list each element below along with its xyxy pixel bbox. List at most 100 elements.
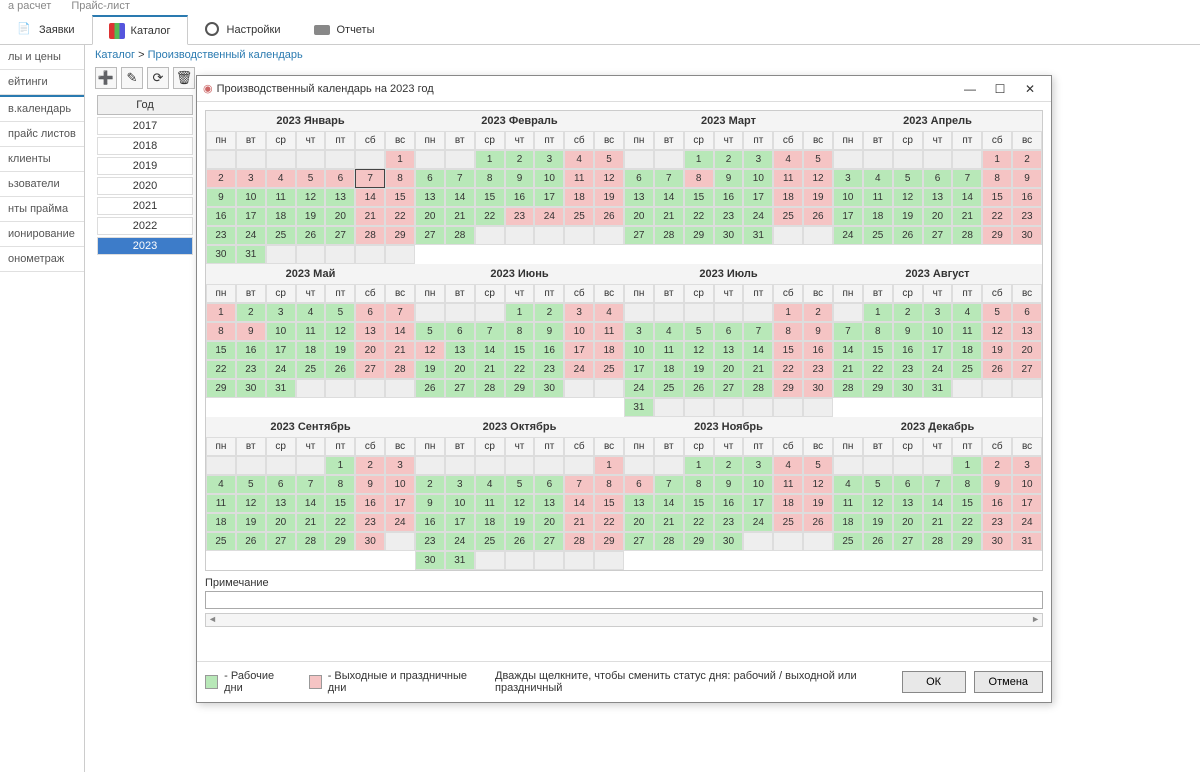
calendar-day[interactable]: 1 (594, 456, 624, 475)
calendar-day[interactable]: 20 (534, 513, 564, 532)
calendar-day[interactable]: 22 (505, 360, 535, 379)
calendar-day[interactable]: 30 (534, 379, 564, 398)
calendar-day[interactable]: 21 (654, 207, 684, 226)
calendar-day[interactable]: 26 (803, 207, 833, 226)
calendar-day[interactable]: 23 (534, 360, 564, 379)
calendar-day[interactable]: 2 (1012, 150, 1042, 169)
calendar-day[interactable]: 27 (355, 360, 385, 379)
calendar-day[interactable]: 5 (236, 475, 266, 494)
calendar-day[interactable]: 26 (594, 207, 624, 226)
calendar-day[interactable]: 7 (952, 169, 982, 188)
calendar-day[interactable]: 2 (415, 475, 445, 494)
calendar-day[interactable]: 6 (923, 169, 953, 188)
calendar-day[interactable]: 21 (445, 207, 475, 226)
calendar-day[interactable]: 13 (325, 188, 355, 207)
calendar-day[interactable]: 12 (594, 169, 624, 188)
calendar-day[interactable]: 20 (415, 207, 445, 226)
calendar-day[interactable]: 10 (385, 475, 415, 494)
calendar-day[interactable]: 27 (534, 532, 564, 551)
calendar-day[interactable]: 23 (415, 532, 445, 551)
calendar-day[interactable]: 12 (325, 322, 355, 341)
calendar-day[interactable]: 12 (505, 494, 535, 513)
calendar-day[interactable]: 30 (415, 551, 445, 570)
calendar-day[interactable]: 8 (684, 169, 714, 188)
calendar-day[interactable]: 3 (236, 169, 266, 188)
calendar-day[interactable]: 5 (803, 150, 833, 169)
calendar-day[interactable]: 1 (952, 456, 982, 475)
calendar-day[interactable]: 10 (445, 494, 475, 513)
calendar-day[interactable]: 22 (684, 513, 714, 532)
calendar-day[interactable]: 7 (654, 475, 684, 494)
calendar-day[interactable]: 15 (952, 494, 982, 513)
calendar-day[interactable]: 6 (893, 475, 923, 494)
calendar-day[interactable]: 14 (923, 494, 953, 513)
calendar-day[interactable]: 13 (445, 341, 475, 360)
calendar-day[interactable]: 5 (982, 303, 1012, 322)
calendar-day[interactable]: 8 (982, 169, 1012, 188)
add-button[interactable]: ➕ (95, 67, 117, 89)
calendar-day[interactable]: 14 (475, 341, 505, 360)
calendar-day[interactable]: 26 (863, 532, 893, 551)
calendar-day[interactable]: 20 (355, 341, 385, 360)
calendar-day[interactable]: 15 (505, 341, 535, 360)
calendar-day[interactable]: 13 (923, 188, 953, 207)
calendar-day[interactable]: 20 (266, 513, 296, 532)
calendar-day[interactable]: 28 (743, 379, 773, 398)
calendar-day[interactable]: 19 (863, 513, 893, 532)
calendar-day[interactable]: 8 (594, 475, 624, 494)
calendar-day[interactable]: 7 (296, 475, 326, 494)
calendar-day[interactable]: 17 (923, 341, 953, 360)
calendar-day[interactable]: 18 (266, 207, 296, 226)
year-row[interactable]: 2017 (97, 117, 193, 135)
calendar-day[interactable]: 8 (863, 322, 893, 341)
calendar-day[interactable]: 14 (833, 341, 863, 360)
calendar-day[interactable]: 29 (594, 532, 624, 551)
calendar-day[interactable]: 18 (863, 207, 893, 226)
calendar-day[interactable]: 26 (982, 360, 1012, 379)
calendar-day[interactable]: 4 (952, 303, 982, 322)
calendar-day[interactable]: 14 (952, 188, 982, 207)
calendar-day[interactable]: 1 (773, 303, 803, 322)
calendar-day[interactable]: 31 (624, 398, 654, 417)
calendar-day[interactable]: 22 (952, 513, 982, 532)
calendar-day[interactable]: 19 (803, 494, 833, 513)
calendar-day[interactable]: 12 (803, 475, 833, 494)
calendar-day[interactable]: 11 (206, 494, 236, 513)
calendar-day[interactable]: 22 (594, 513, 624, 532)
calendar-day[interactable]: 24 (385, 513, 415, 532)
calendar-day[interactable]: 1 (206, 303, 236, 322)
calendar-day[interactable]: 27 (266, 532, 296, 551)
cancel-button[interactable]: Отмена (974, 671, 1043, 693)
calendar-day[interactable]: 5 (803, 456, 833, 475)
calendar-day[interactable]: 7 (654, 169, 684, 188)
year-row[interactable]: 2021 (97, 197, 193, 215)
calendar-day[interactable]: 3 (1012, 456, 1042, 475)
calendar-day[interactable]: 24 (534, 207, 564, 226)
calendar-day[interactable]: 13 (624, 188, 654, 207)
calendar-day[interactable]: 1 (684, 456, 714, 475)
calendar-day[interactable]: 11 (952, 322, 982, 341)
calendar-day[interactable]: 31 (743, 226, 773, 245)
calendar-day[interactable]: 17 (564, 341, 594, 360)
calendar-day[interactable]: 17 (534, 188, 564, 207)
calendar-day[interactable]: 18 (833, 513, 863, 532)
calendar-day[interactable]: 16 (714, 188, 744, 207)
calendar-day[interactable]: 2 (534, 303, 564, 322)
calendar-day[interactable]: 17 (833, 207, 863, 226)
calendar-day[interactable]: 21 (923, 513, 953, 532)
calendar-day[interactable]: 15 (982, 188, 1012, 207)
calendar-day[interactable]: 28 (564, 532, 594, 551)
calendar-day[interactable]: 6 (325, 169, 355, 188)
calendar-day[interactable]: 12 (803, 169, 833, 188)
calendar-day[interactable]: 15 (684, 188, 714, 207)
calendar-day[interactable]: 19 (325, 341, 355, 360)
calendar-day[interactable]: 6 (714, 322, 744, 341)
calendar-day[interactable]: 10 (743, 475, 773, 494)
sidebar-item[interactable]: ионирование (0, 222, 84, 247)
calendar-day[interactable]: 20 (1012, 341, 1042, 360)
calendar-day[interactable]: 9 (982, 475, 1012, 494)
calendar-day[interactable]: 15 (594, 494, 624, 513)
calendar-day[interactable]: 17 (236, 207, 266, 226)
calendar-day[interactable]: 10 (833, 188, 863, 207)
calendar-day[interactable]: 5 (863, 475, 893, 494)
